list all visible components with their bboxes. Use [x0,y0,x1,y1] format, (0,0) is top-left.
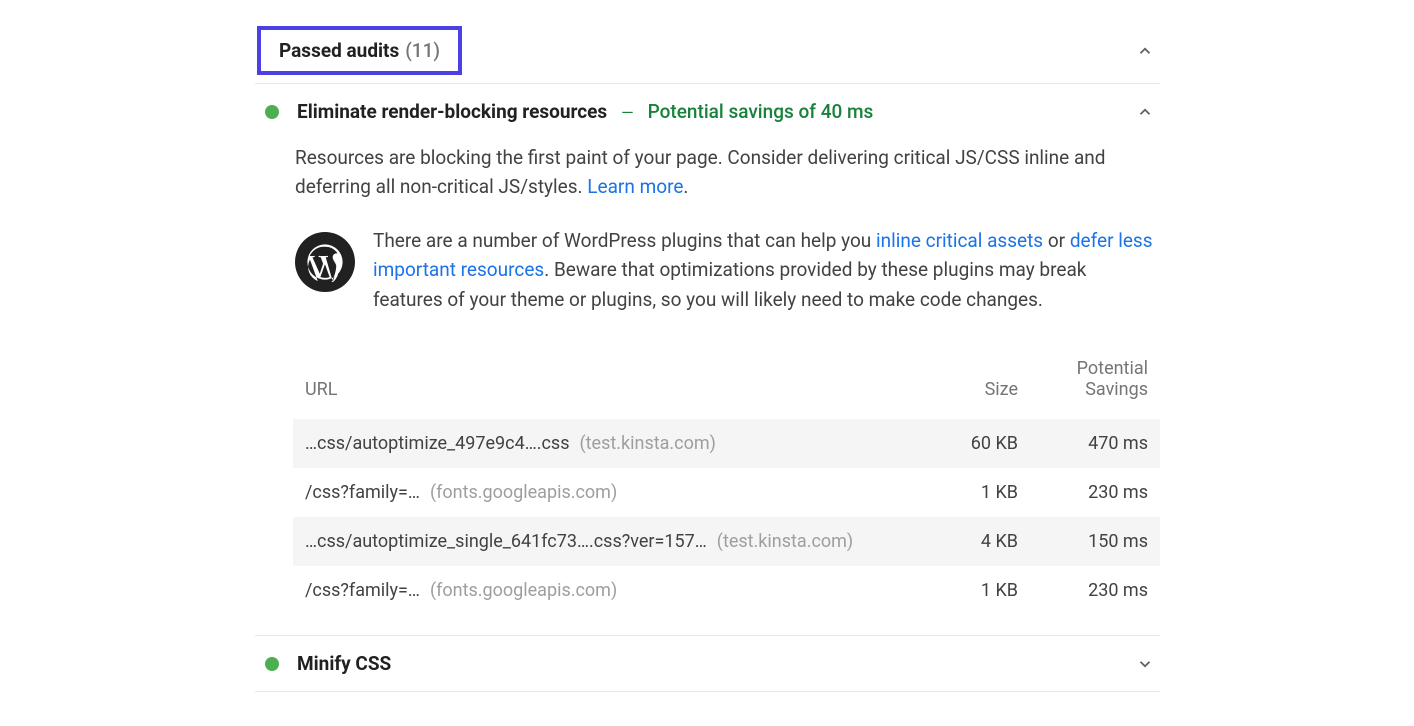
cell-size: 1 KB [920,566,1030,615]
wordpress-icon [295,232,355,292]
audit-description-text: Resources are blocking the first paint o… [295,146,1106,198]
audit-minify-css-header[interactable]: Minify CSS [255,635,1160,692]
savings-dash: — [621,103,634,122]
url-host: (fonts.googleapis.com) [430,580,617,601]
status-dot-pass-icon [265,105,279,119]
table-row: /css?family=… (fonts.googleapis.com) 1 KB… [293,566,1160,615]
url-path: …css/autoptimize_single_641fc73….css?ver… [305,531,707,552]
audit-header-left: Minify CSS [265,652,391,675]
wp-text-1: There are a number of WordPress plugins … [373,229,876,252]
col-savings: Potential Savings [1030,348,1160,419]
passed-audits-header[interactable]: Passed audits (11) [255,18,1160,84]
cell-size: 1 KB [920,468,1030,517]
audit-description-post: . [683,175,688,198]
table-row: /css?family=… (fonts.googleapis.com) 1 KB… [293,468,1160,517]
audit-savings: Potential savings of 40 ms [648,100,874,123]
col-size: Size [920,348,1030,419]
audit-title: Eliminate render-blocking resources [297,100,607,123]
col-url: URL [293,348,920,419]
wp-text-2: or [1043,229,1070,252]
table-row: …css/autoptimize_497e9c4….css (test.kinst… [293,419,1160,469]
cell-savings: 150 ms [1030,517,1160,566]
passed-audits-count: (11) [405,39,440,62]
chevron-up-icon[interactable] [1136,103,1154,121]
url-host: (test.kinsta.com) [717,531,853,552]
wordpress-advice-block: There are a number of WordPress plugins … [295,226,1158,314]
url-path: /css?family=… [305,482,420,503]
url-path: …css/autoptimize_497e9c4….css [305,433,570,454]
audit-header-left: Eliminate render-blocking resources — Pot… [265,100,873,123]
audit-eliminate-render-blocking-header[interactable]: Eliminate render-blocking resources — Pot… [255,84,1160,139]
url-host: (fonts.googleapis.com) [430,482,617,503]
passed-audits-label: Passed audits [279,39,399,62]
cell-savings: 230 ms [1030,566,1160,615]
cell-savings: 230 ms [1030,468,1160,517]
wordpress-advice-text: There are a number of WordPress plugins … [373,226,1158,314]
inline-critical-assets-link[interactable]: inline critical assets [876,229,1043,252]
url-path: /css?family=… [305,580,420,601]
chevron-up-icon[interactable] [1136,42,1154,60]
table-row: …css/autoptimize_single_641fc73….css?ver… [293,517,1160,566]
cell-savings: 470 ms [1030,419,1160,469]
learn-more-link[interactable]: Learn more [587,175,683,198]
url-host: (test.kinsta.com) [580,433,716,454]
audit-body: Resources are blocking the first paint o… [255,143,1160,615]
cell-size: 60 KB [920,419,1030,469]
resources-table: URL Size Potential Savings …css/autoptim… [293,348,1160,615]
chevron-down-icon[interactable] [1136,655,1154,673]
cell-size: 4 KB [920,517,1030,566]
status-dot-pass-icon [265,657,279,671]
audit-title: Minify CSS [297,652,391,675]
audit-description: Resources are blocking the first paint o… [295,143,1158,202]
passed-audits-pill: Passed audits (11) [257,26,462,75]
